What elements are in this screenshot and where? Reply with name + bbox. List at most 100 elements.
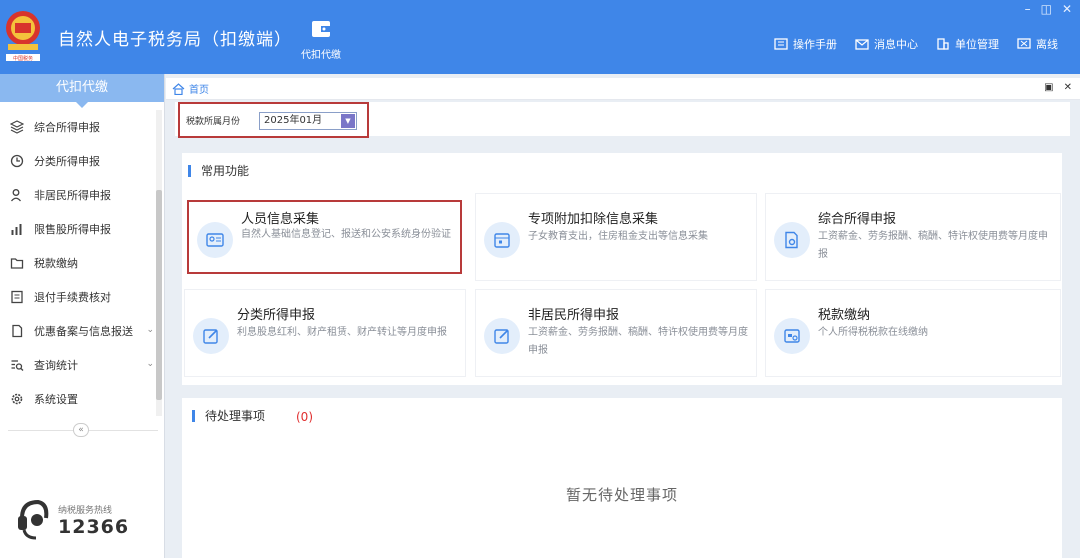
sidebar-item-label: 分类所得申报 [34,155,100,168]
maximize-tab-icon[interactable]: ▣ [1044,82,1053,93]
tax-period-value: 2025年01月 [264,115,323,126]
payment-icon [784,329,800,343]
manual-link[interactable]: 操作手册 [774,36,837,52]
unit-management-link[interactable]: 单位管理 [936,36,999,52]
svg-text:中国税务: 中国税务 [13,55,33,62]
sidebar-item-tax-payment[interactable]: 税款缴纳 [0,246,164,280]
wallet-icon [312,21,330,37]
sidebar-item-query-stats[interactable]: 查询统计 ⌄ [0,348,164,382]
filter-bar: 税款所属月份 2025年01月 ▼ [175,102,1070,138]
bar-chart-icon [11,224,22,235]
hotline: 纳税服务热线 12366 [16,498,129,542]
card-classified-income[interactable]: 分类所得申报 利息股息红利、财产租赁、财产转让等月度申报 [184,289,466,377]
close-tab-icon[interactable]: ✕ [1064,82,1072,93]
hotline-label: 纳税服务热线 [58,505,113,516]
app-title: 自然人电子税务局（扣缴端） [58,30,292,50]
sidebar-item-label: 非居民所得申报 [34,189,111,202]
scrollbar-thumb[interactable] [156,190,162,400]
card-title: 分类所得申报 [237,308,316,323]
restore-button[interactable]: ◫ [1041,2,1052,16]
sidebar-menu: 综合所得申报 分类所得申报 非居民所得申报 限售股所得申报 税款缴纳 退付手续费… [0,102,164,416]
home-icon[interactable] [172,82,185,95]
offline-label: 离线 [1036,38,1058,51]
hotline-number: 12366 [58,515,130,538]
sidebar-item-classified-income[interactable]: 分类所得申报 [0,144,164,178]
offline-icon [1017,38,1031,49]
card-personnel-info[interactable]: 人员信息采集 自然人基础信息登记、报送和公安系统身份验证 [187,200,462,274]
query-icon [11,360,24,371]
card-title: 专项附加扣除信息采集 [528,212,659,227]
message-center-link[interactable]: 消息中心 [855,36,918,52]
breadcrumb-controls: ▣ ✕ [1044,82,1072,93]
card-title: 税款缴纳 [818,308,871,323]
common-functions-section: 常用功能 人员信息采集 自然人基础信息登记、报送和公安系统身份验证 专项附加扣除… [182,153,1062,385]
tab-withholding[interactable]: 代扣代缴 [290,14,352,70]
tax-emblem-logo: 中国税务 [6,11,40,62]
building-icon [937,38,949,50]
card-desc: 工资薪金、劳务报酬、稿酬、特许权使用费等月度申报 [528,327,748,356]
document-icon [12,324,23,338]
card-desc: 工资薪金、劳务报酬、稿酬、特许权使用费等月度申报 [818,231,1048,260]
sidebar-item-system-settings[interactable]: 系统设置 [0,382,164,416]
headset-icon [18,499,49,540]
card-title: 综合所得申报 [818,212,897,227]
window-controls: – ◫ ✕ [1025,2,1072,16]
pending-section: 待处理事项 (0) 暂无待处理事项 [182,398,1062,558]
card-icon-bg [774,318,810,354]
sidebar: 代扣代缴 综合所得申报 分类所得申报 非居民所得申报 限售股所得申报 税款缴纳 … [0,74,165,558]
sidebar-item-comprehensive-income[interactable]: 综合所得申报 [0,110,164,144]
card-desc: 个人所得税税款在线缴纳 [818,327,928,338]
card-desc: 自然人基础信息登记、报送和公安系统身份验证 [241,229,451,240]
card-comprehensive-income[interactable]: 综合所得申报 工资薪金、劳务报酬、稿酬、特许权使用费等月度申报 [765,193,1061,281]
collapse-sidebar-button[interactable]: « [73,423,89,437]
offline-link[interactable]: 离线 [1017,36,1058,52]
card-nonresident-income[interactable]: 非居民所得申报 工资薪金、劳务报酬、稿酬、特许权使用费等月度申报 [475,289,757,377]
person-icon [10,189,22,202]
edit-icon [203,329,218,344]
sidebar-heading: 代扣代缴 [0,74,164,108]
common-functions-title: 常用功能 [188,165,249,177]
card-title: 人员信息采集 [241,212,320,227]
dropdown-arrow-icon[interactable]: ▼ [341,114,355,128]
card-icon-bg [193,318,229,354]
card-desc: 子女教育支出，住房租金支出等信息采集 [528,231,708,242]
period-filter-highlight: 税款所属月份 2025年01月 ▼ [178,102,369,138]
edit-icon [494,329,509,344]
card-title: 非居民所得申报 [528,308,620,323]
sidebar-item-label: 税款缴纳 [34,257,78,270]
layers-icon [10,120,24,134]
sidebar-scrollbar[interactable] [156,110,162,416]
tab-withholding-label: 代扣代缴 [301,50,341,61]
gear-icon [11,393,23,405]
message-center-label: 消息中心 [874,38,918,51]
sidebar-item-restricted-shares[interactable]: 限售股所得申报 [0,212,164,246]
header-links: 操作手册 消息中心 单位管理 离线 [774,36,1058,52]
pending-empty-message: 暂无待处理事项 [565,486,678,504]
sidebar-item-fee-refund[interactable]: 退付手续费核对 [0,280,164,314]
sidebar-item-nonresident-income[interactable]: 非居民所得申报 [0,178,164,212]
tax-period-select[interactable]: 2025年01月 ▼ [259,112,357,130]
sidebar-item-preferential-filing[interactable]: 优惠备案与信息报送 ⌄ [0,314,164,348]
sidebar-item-label: 退付手续费核对 [34,291,111,304]
sidebar-item-label: 系统设置 [34,393,78,406]
clock-icon [10,154,24,168]
sidebar-item-label: 综合所得申报 [34,121,100,134]
close-window-button[interactable]: ✕ [1062,2,1072,16]
breadcrumb-home[interactable]: 首页 [189,81,209,96]
card-icon-bg [774,222,810,258]
pending-count: (0) [296,410,313,424]
sidebar-item-label: 优惠备案与信息报送 [34,325,133,338]
mail-icon [855,39,869,50]
sidebar-item-label: 查询统计 [34,359,78,372]
card-special-deduction[interactable]: 专项附加扣除信息采集 子女教育支出，住房租金支出等信息采集 [475,193,757,281]
pending-title: 待处理事项 [192,410,265,422]
minimize-button[interactable]: – [1025,2,1031,16]
manual-icon [774,38,788,50]
card-tax-payment[interactable]: 税款缴纳 个人所得税税款在线缴纳 [765,289,1061,377]
chevron-down-icon: ⌄ [146,325,154,335]
chevron-down-icon: ⌄ [146,359,154,369]
card-icon-bg [197,222,233,258]
folder-icon [10,258,24,269]
id-card-icon [206,233,224,247]
card-desc: 利息股息红利、财产租赁、财产转让等月度申报 [237,327,447,338]
